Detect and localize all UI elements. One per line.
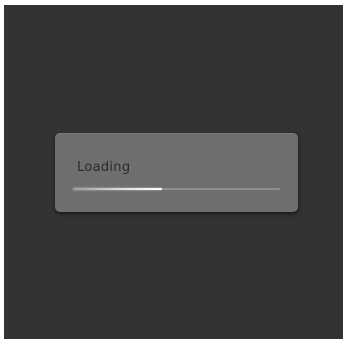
progress-fill <box>73 188 162 190</box>
progress-track <box>73 188 280 190</box>
loading-label: Loading <box>77 160 131 175</box>
loading-dialog: Loading <box>55 133 298 212</box>
app-background: Loading <box>4 5 343 339</box>
